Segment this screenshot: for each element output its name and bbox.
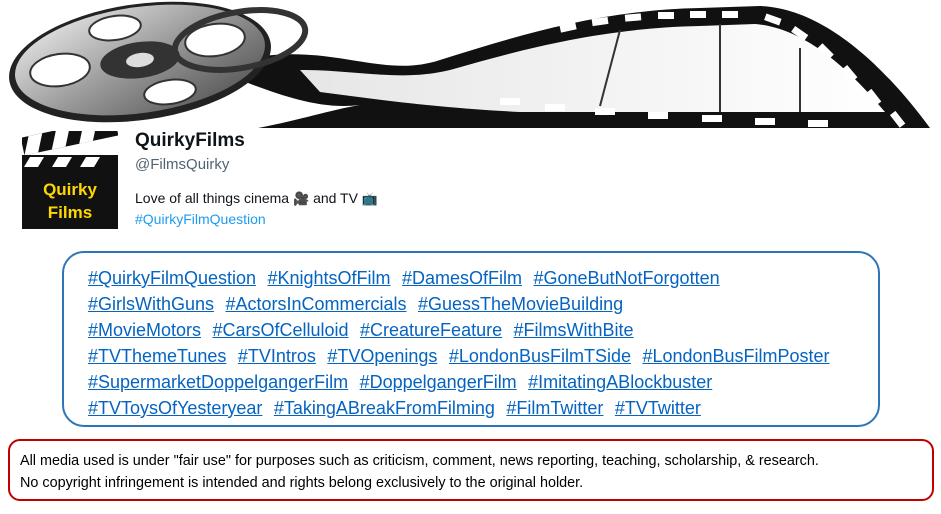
hashtag-link[interactable]: #GoneButNotForgotten <box>533 268 719 288</box>
hashtag-line: #QuirkyFilmQuestion #KnightsOfFilm #Dame… <box>88 265 878 291</box>
hashtag-link[interactable]: #TVToysOfYesteryear <box>88 398 262 418</box>
profile-handle[interactable]: @FilmsQuirky <box>135 156 378 173</box>
hashtag-link[interactable]: #KnightsOfFilm <box>268 268 391 288</box>
television-icon: 📺 <box>361 191 379 206</box>
profile-name[interactable]: QuirkyFilms <box>135 130 378 152</box>
bio-hashtag-link[interactable]: #QuirkyFilmQuestion <box>135 211 266 227</box>
notice-line-1: All media used is under "fair use" for p… <box>20 453 819 469</box>
hashtag-link[interactable]: #CarsOfCelluloid <box>213 320 349 340</box>
hashtag-link[interactable]: #MovieMotors <box>88 320 201 340</box>
hashtag-link[interactable]: #QuirkyFilmQuestion <box>88 268 256 288</box>
notice-line-2: No copyright infringement is intended an… <box>20 475 584 491</box>
bio-text: Love of all things cinema <box>135 190 290 206</box>
fair-use-notice: All media used is under "fair use" for p… <box>8 439 934 501</box>
hashtag-link[interactable]: #ImitatingABlockbuster <box>528 372 712 392</box>
hashtag-line: #GirlsWithGuns #ActorsInCommercials #Gue… <box>88 291 878 317</box>
hashtag-link[interactable]: #LondonBusFilmPoster <box>642 346 829 366</box>
hashtag-link[interactable]: #TakingABreakFromFilming <box>274 398 495 418</box>
hashtag-link[interactable]: #TVIntros <box>238 346 316 366</box>
hashtag-link[interactable]: #DamesOfFilm <box>402 268 522 288</box>
hashtag-link[interactable]: #TVOpenings <box>327 346 437 366</box>
profile-bio: Love of all things cinema 🎥 and TV 📺 <box>135 190 378 207</box>
movie-camera-icon: 🎥 <box>292 191 310 206</box>
hashtag-link[interactable]: #FilmsWithBite <box>514 320 634 340</box>
hashtag-link[interactable]: #GuessTheMovieBuilding <box>418 294 623 314</box>
avatar-text-quirky: Quirky <box>43 180 97 199</box>
hashtag-link[interactable]: #TVTwitter <box>615 398 701 418</box>
film-reel-banner <box>9 1 930 128</box>
hashtag-link[interactable]: #DoppelgangerFilm <box>360 372 517 392</box>
hashtag-link[interactable]: #ActorsInCommercials <box>225 294 406 314</box>
hashtag-link[interactable]: #SupermarketDoppelgangerFilm <box>88 372 348 392</box>
hashtag-link[interactable]: #FilmTwitter <box>506 398 603 418</box>
profile-info: QuirkyFilms @FilmsQuirky Love of all thi… <box>135 130 378 229</box>
hashtag-box: #QuirkyFilmQuestion #KnightsOfFilm #Dame… <box>62 251 880 427</box>
hashtag-line: #TVThemeTunes #TVIntros #TVOpenings #Lon… <box>88 343 878 369</box>
bio-and-text: and TV <box>313 190 358 206</box>
hashtag-line: #TVToysOfYesteryear #TakingABreakFromFil… <box>88 395 878 421</box>
hashtag-link[interactable]: #GirlsWithGuns <box>88 294 214 314</box>
hashtag-line: #SupermarketDoppelgangerFilm #Doppelgang… <box>88 369 878 395</box>
avatar[interactable]: Quirky Films <box>22 131 118 229</box>
hashtag-link[interactable]: #LondonBusFilmTSide <box>449 346 631 366</box>
avatar-text-films: Films <box>48 203 92 222</box>
hashtag-line: #MovieMotors #CarsOfCelluloid #CreatureF… <box>88 317 878 343</box>
hashtag-link[interactable]: #TVThemeTunes <box>88 346 226 366</box>
hashtag-link[interactable]: #CreatureFeature <box>360 320 502 340</box>
